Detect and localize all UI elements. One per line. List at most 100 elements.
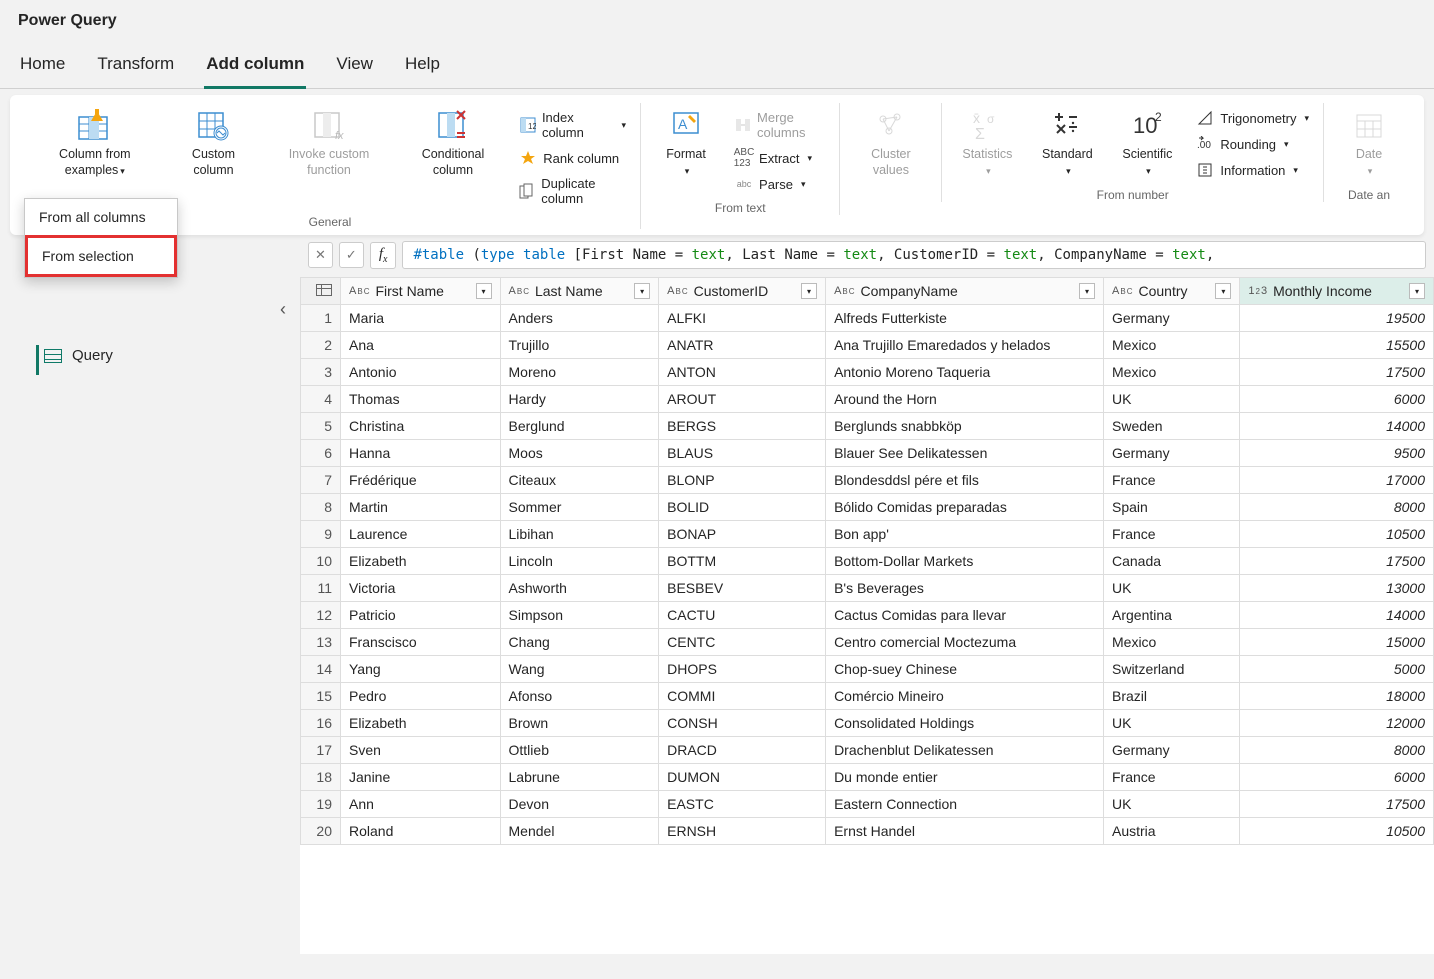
rounding-button[interactable]: .00 Rounding▾ <box>1192 133 1313 155</box>
row-number[interactable]: 2 <box>301 332 341 359</box>
cell[interactable]: Mexico <box>1104 629 1240 656</box>
row-number[interactable]: 13 <box>301 629 341 656</box>
cell[interactable]: 18000 <box>1240 683 1434 710</box>
cell[interactable]: 10500 <box>1240 521 1434 548</box>
tab-help[interactable]: Help <box>403 48 442 88</box>
cell[interactable]: UK <box>1104 710 1240 737</box>
conditional-column-button[interactable]: Conditional column <box>401 103 506 182</box>
cell[interactable]: ERNSH <box>659 818 826 845</box>
row-number[interactable]: 12 <box>301 602 341 629</box>
cell[interactable]: Elizabeth <box>341 548 501 575</box>
cell[interactable]: DHOPS <box>659 656 826 683</box>
row-number[interactable]: 3 <box>301 359 341 386</box>
dropdown-from-all-columns[interactable]: From all columns <box>25 199 177 235</box>
row-number[interactable]: 16 <box>301 710 341 737</box>
cell[interactable]: Chang <box>500 629 659 656</box>
table-row[interactable]: 16ElizabethBrownCONSHConsolidated Holdin… <box>301 710 1434 737</box>
cell[interactable]: B's Beverages <box>826 575 1104 602</box>
scientific-button[interactable]: 102 Scientific▾ <box>1112 103 1182 182</box>
cell[interactable]: Germany <box>1104 440 1240 467</box>
cell[interactable]: Sweden <box>1104 413 1240 440</box>
cell[interactable]: France <box>1104 764 1240 791</box>
column-header[interactable]: ABCFirst Name▾ <box>341 278 501 305</box>
cell[interactable]: Thomas <box>341 386 501 413</box>
cell[interactable]: Consolidated Holdings <box>826 710 1104 737</box>
column-header[interactable]: ABCCountry▾ <box>1104 278 1240 305</box>
column-filter-button[interactable]: ▾ <box>1409 283 1425 299</box>
cell[interactable]: Janine <box>341 764 501 791</box>
row-number[interactable]: 1 <box>301 305 341 332</box>
tab-view[interactable]: View <box>334 48 375 88</box>
tab-add-column[interactable]: Add column <box>204 48 306 89</box>
cell[interactable]: Du monde entier <box>826 764 1104 791</box>
cell[interactable]: 17000 <box>1240 467 1434 494</box>
cell[interactable]: Around the Horn <box>826 386 1104 413</box>
table-row[interactable]: 17SvenOttliebDRACDDrachenblut Delikatess… <box>301 737 1434 764</box>
trigonometry-button[interactable]: Trigonometry▾ <box>1192 107 1313 129</box>
cell[interactable]: Sven <box>341 737 501 764</box>
cell[interactable]: 10500 <box>1240 818 1434 845</box>
cell[interactable]: CACTU <box>659 602 826 629</box>
column-filter-button[interactable]: ▾ <box>476 283 492 299</box>
row-number[interactable]: 18 <box>301 764 341 791</box>
cell[interactable]: Chop-suey Chinese <box>826 656 1104 683</box>
cell[interactable]: Ernst Handel <box>826 818 1104 845</box>
cell[interactable]: 8000 <box>1240 494 1434 521</box>
cell[interactable]: BLAUS <box>659 440 826 467</box>
cell[interactable]: Alfreds Futterkiste <box>826 305 1104 332</box>
cell[interactable]: BOLID <box>659 494 826 521</box>
cell[interactable]: BLONP <box>659 467 826 494</box>
cell[interactable]: Argentina <box>1104 602 1240 629</box>
cell[interactable]: ALFKI <box>659 305 826 332</box>
cell[interactable]: 15500 <box>1240 332 1434 359</box>
table-row[interactable]: 10ElizabethLincolnBOTTMBottom-Dollar Mar… <box>301 548 1434 575</box>
cell[interactable]: Hardy <box>500 386 659 413</box>
cell[interactable]: Ann <box>341 791 501 818</box>
cell[interactable]: COMMI <box>659 683 826 710</box>
table-row[interactable]: 3AntonioMorenoANTONAntonio Moreno Taquer… <box>301 359 1434 386</box>
cell[interactable]: Anders <box>500 305 659 332</box>
table-row[interactable]: 13FransciscoChangCENTCCentro comercial M… <box>301 629 1434 656</box>
cell[interactable]: Maria <box>341 305 501 332</box>
cell[interactable]: Libihan <box>500 521 659 548</box>
cell[interactable]: Franscisco <box>341 629 501 656</box>
cell[interactable]: Austria <box>1104 818 1240 845</box>
cell[interactable]: BESBEV <box>659 575 826 602</box>
cell[interactable]: Christina <box>341 413 501 440</box>
column-header[interactable]: ABCLast Name▾ <box>500 278 659 305</box>
cell[interactable]: Elizabeth <box>341 710 501 737</box>
row-number[interactable]: 5 <box>301 413 341 440</box>
cell[interactable]: 5000 <box>1240 656 1434 683</box>
parse-button[interactable]: abc Parse▾ <box>731 173 829 195</box>
row-number[interactable]: 10 <box>301 548 341 575</box>
cell[interactable]: Bon app' <box>826 521 1104 548</box>
cell[interactable]: Roland <box>341 818 501 845</box>
cell[interactable]: France <box>1104 467 1240 494</box>
cell[interactable]: Germany <box>1104 305 1240 332</box>
cell[interactable]: Bólido Comidas preparadas <box>826 494 1104 521</box>
cell[interactable]: 17500 <box>1240 791 1434 818</box>
column-filter-button[interactable]: ▾ <box>801 283 817 299</box>
cell[interactable]: Simpson <box>500 602 659 629</box>
table-row[interactable]: 4ThomasHardyAROUTAround the HornUK6000 <box>301 386 1434 413</box>
table-row[interactable]: 5ChristinaBerglundBERGSBerglunds snabbkö… <box>301 413 1434 440</box>
cell[interactable]: Victoria <box>341 575 501 602</box>
cell[interactable]: Berglund <box>500 413 659 440</box>
cell[interactable]: 17500 <box>1240 548 1434 575</box>
column-from-examples-button[interactable]: Column from examples▾ <box>30 103 160 182</box>
cell[interactable]: Blondesddsl pére et fils <box>826 467 1104 494</box>
table-row[interactable]: 12PatricioSimpsonCACTUCactus Comidas par… <box>301 602 1434 629</box>
cell[interactable]: BOTTM <box>659 548 826 575</box>
select-all-corner[interactable] <box>301 278 341 305</box>
cell[interactable]: 8000 <box>1240 737 1434 764</box>
cell[interactable]: Ana <box>341 332 501 359</box>
dropdown-from-selection[interactable]: From selection <box>25 235 177 277</box>
cell[interactable]: Martin <box>341 494 501 521</box>
cell[interactable]: 6000 <box>1240 764 1434 791</box>
table-row[interactable]: 1MariaAndersALFKIAlfreds FutterkisteGerm… <box>301 305 1434 332</box>
cell[interactable]: 12000 <box>1240 710 1434 737</box>
cell[interactable]: Switzerland <box>1104 656 1240 683</box>
column-filter-button[interactable]: ▾ <box>634 283 650 299</box>
row-number[interactable]: 7 <box>301 467 341 494</box>
cell[interactable]: 9500 <box>1240 440 1434 467</box>
